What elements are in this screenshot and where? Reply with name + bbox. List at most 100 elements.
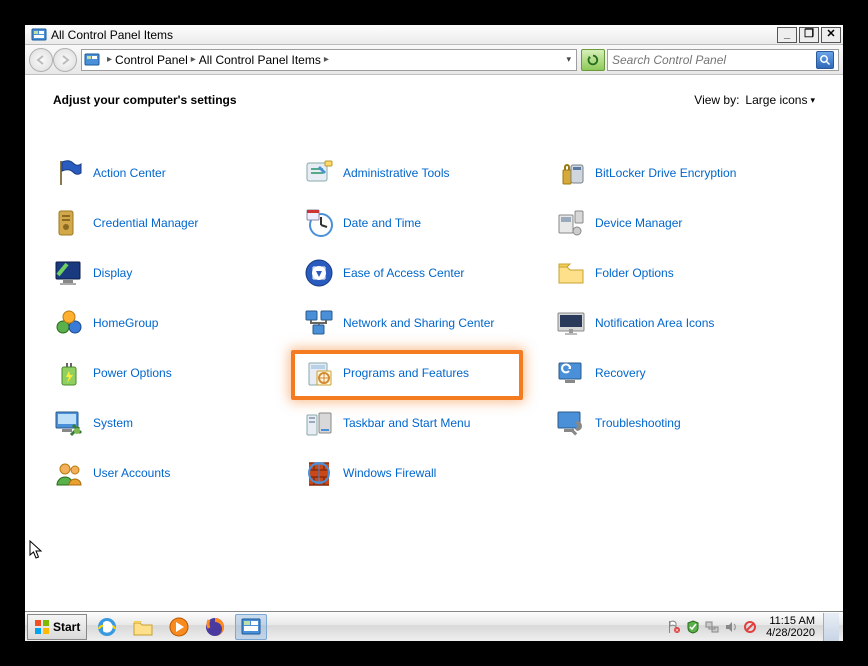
- content-area: Adjust your computer's settings View by:…: [25, 75, 843, 615]
- bitlocker-icon: [555, 157, 587, 189]
- cpl-item-ease-of-access-center[interactable]: Ease of Access Center: [303, 255, 464, 291]
- cpl-item-action-center[interactable]: Action Center: [53, 155, 166, 191]
- programs-icon: [303, 357, 335, 389]
- cpl-item-label: Network and Sharing Center: [343, 316, 494, 330]
- refresh-button[interactable]: [581, 49, 605, 71]
- flag-icon: [53, 157, 85, 189]
- cpl-item-label: Display: [93, 266, 132, 280]
- cpl-item-network-and-sharing-center[interactable]: Network and Sharing Center: [303, 305, 494, 341]
- cpl-item-taskbar-and-start-menu[interactable]: Taskbar and Start Menu: [303, 405, 470, 441]
- window-title: All Control Panel Items: [51, 28, 775, 42]
- cpl-item-label: Administrative Tools: [343, 166, 450, 180]
- taskbar-app-explorer-icon[interactable]: [127, 614, 159, 640]
- close-button[interactable]: ✕: [821, 27, 841, 43]
- view-by-label: View by:: [694, 93, 739, 107]
- cpl-item-label: Programs and Features: [343, 366, 469, 380]
- cpl-item-label: User Accounts: [93, 466, 170, 480]
- cpl-item-device-manager[interactable]: Device Manager: [555, 205, 682, 241]
- chevron-down-icon[interactable]: ▾: [566, 54, 571, 65]
- cpl-item-display[interactable]: Display: [53, 255, 132, 291]
- show-desktop-button[interactable]: [823, 613, 839, 641]
- breadcrumb-seg-2[interactable]: All Control Panel Items: [199, 53, 321, 67]
- chevron-right-icon[interactable]: ▸: [191, 54, 196, 65]
- start-label: Start: [53, 620, 80, 634]
- cpl-item-label: Credential Manager: [93, 216, 198, 230]
- cpl-item-label: Device Manager: [595, 216, 682, 230]
- cpl-item-label: Taskbar and Start Menu: [343, 416, 470, 430]
- cpl-item-programs-and-features[interactable]: Programs and Features: [303, 355, 469, 391]
- view-by-value: Large icons: [745, 93, 807, 107]
- forward-button[interactable]: [53, 48, 77, 72]
- cpl-item-troubleshooting[interactable]: Troubleshooting: [555, 405, 681, 441]
- notification-icon: [555, 307, 587, 339]
- cpl-item-label: HomeGroup: [93, 316, 158, 330]
- cpl-item-label: System: [93, 416, 133, 430]
- cpl-item-label: Notification Area Icons: [595, 316, 714, 330]
- taskbar: Start ✕ 11:15 AM 4/28/2020: [25, 611, 843, 641]
- folder-icon: [555, 257, 587, 289]
- homegroup-icon: [53, 307, 85, 339]
- cpl-item-power-options[interactable]: Power Options: [53, 355, 172, 391]
- breadcrumb-seg-1[interactable]: Control Panel: [115, 53, 188, 67]
- taskbar-app-controlpanel-app-icon[interactable]: [235, 614, 267, 640]
- view-by-dropdown[interactable]: Large icons ▾: [745, 93, 815, 107]
- display-icon: [53, 257, 85, 289]
- cpl-item-folder-options[interactable]: Folder Options: [555, 255, 674, 291]
- search-input[interactable]: [612, 53, 816, 67]
- cpl-item-label: Ease of Access Center: [343, 266, 464, 280]
- chevron-down-icon: ▾: [810, 95, 815, 106]
- cpl-item-label: Power Options: [93, 366, 172, 380]
- power-icon: [53, 357, 85, 389]
- page-heading: Adjust your computer's settings: [53, 93, 237, 107]
- cpl-item-notification-area-icons[interactable]: Notification Area Icons: [555, 305, 714, 341]
- window-icon: [31, 27, 47, 43]
- cpl-item-label: Date and Time: [343, 216, 421, 230]
- recovery-icon: [555, 357, 587, 389]
- start-button[interactable]: Start: [27, 614, 87, 640]
- network-tray-icon[interactable]: [704, 619, 720, 635]
- chevron-right-icon[interactable]: ▸: [107, 54, 112, 65]
- chevron-right-icon[interactable]: ▸: [324, 54, 329, 65]
- cpl-item-bitlocker-drive-encryption[interactable]: BitLocker Drive Encryption: [555, 155, 736, 191]
- cpl-item-label: BitLocker Drive Encryption: [595, 166, 736, 180]
- network-icon: [303, 307, 335, 339]
- device-icon: [555, 207, 587, 239]
- cpl-item-credential-manager[interactable]: Credential Manager: [53, 205, 198, 241]
- minimize-button[interactable]: _: [777, 27, 797, 43]
- clock[interactable]: 11:15 AM 4/28/2020: [762, 615, 819, 639]
- cpl-item-user-accounts[interactable]: User Accounts: [53, 455, 170, 491]
- cpl-item-label: Troubleshooting: [595, 416, 681, 430]
- back-button[interactable]: [29, 48, 53, 72]
- cpl-item-label: Windows Firewall: [343, 466, 436, 480]
- address-bar[interactable]: ▸ Control Panel ▸ All Control Panel Item…: [81, 49, 577, 71]
- mouse-cursor: [29, 540, 45, 563]
- controlpanel-icon: [84, 52, 100, 68]
- taskbar-app-ie-icon[interactable]: [91, 614, 123, 640]
- svg-text:✕: ✕: [675, 628, 679, 634]
- clock-date: 4/28/2020: [766, 627, 815, 639]
- shield-tray-icon[interactable]: [685, 619, 701, 635]
- cpl-item-label: Action Center: [93, 166, 166, 180]
- cpl-item-label: Folder Options: [595, 266, 674, 280]
- taskbar-app-mediaplayer-icon[interactable]: [163, 614, 195, 640]
- search-button[interactable]: [816, 51, 834, 69]
- cpl-item-system[interactable]: System: [53, 405, 133, 441]
- credential-icon: [53, 207, 85, 239]
- cpl-item-windows-firewall[interactable]: Windows Firewall: [303, 455, 436, 491]
- volume-tray-icon[interactable]: [723, 619, 739, 635]
- windows-logo-icon: [34, 619, 50, 635]
- cpl-item-homegroup[interactable]: HomeGroup: [53, 305, 158, 341]
- taskbar-app-firefox-icon[interactable]: [199, 614, 231, 640]
- system-icon: [53, 407, 85, 439]
- clock-icon: [303, 207, 335, 239]
- blocked-tray-icon[interactable]: [742, 619, 758, 635]
- flag-tray-icon[interactable]: ✕: [666, 619, 682, 635]
- clock-time: 11:15 AM: [766, 615, 815, 627]
- search-box[interactable]: [607, 49, 839, 71]
- tools-icon: [303, 157, 335, 189]
- maximize-button[interactable]: ❐: [799, 27, 819, 43]
- cpl-item-recovery[interactable]: Recovery: [555, 355, 646, 391]
- cpl-item-date-and-time[interactable]: Date and Time: [303, 205, 421, 241]
- cpl-item-label: Recovery: [595, 366, 646, 380]
- cpl-item-administrative-tools[interactable]: Administrative Tools: [303, 155, 450, 191]
